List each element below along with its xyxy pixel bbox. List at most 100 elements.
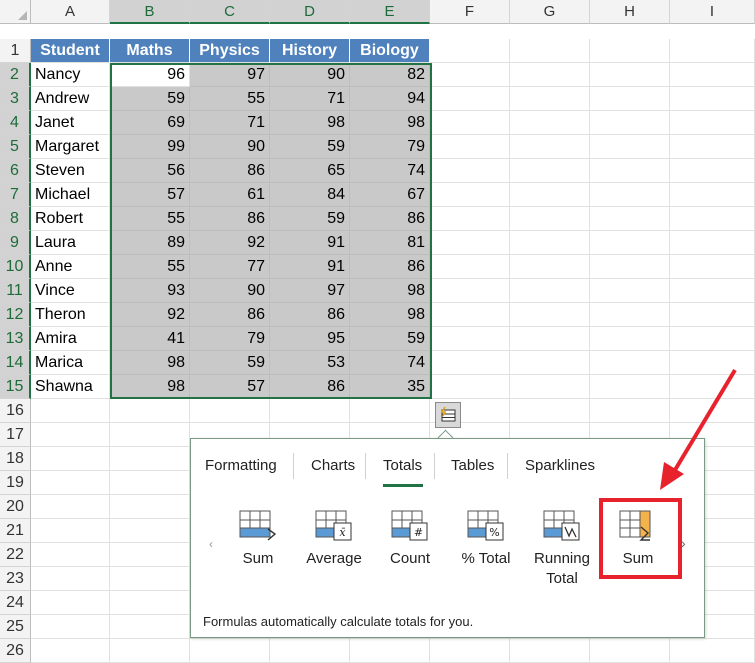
cell-g13[interactable] — [510, 327, 590, 351]
cell-h26[interactable] — [590, 639, 670, 663]
cell-b3[interactable]: 59 — [110, 87, 190, 111]
cell-e11[interactable]: 98 — [350, 279, 430, 303]
cell-c11[interactable]: 90 — [190, 279, 270, 303]
cell-g10[interactable] — [510, 255, 590, 279]
row-header-21[interactable]: 21 — [0, 519, 31, 543]
cell-a7[interactable]: Michael — [31, 183, 110, 207]
row-header-20[interactable]: 20 — [0, 495, 31, 519]
cell-a18[interactable] — [31, 447, 110, 471]
cell-d4[interactable]: 98 — [270, 111, 350, 135]
column-header-c[interactable]: C — [190, 0, 270, 24]
cell-b6[interactable]: 56 — [110, 159, 190, 183]
cell-e7[interactable]: 67 — [350, 183, 430, 207]
cell-f15[interactable] — [430, 375, 510, 399]
cell-g26[interactable] — [510, 639, 590, 663]
cell-a25[interactable] — [31, 615, 110, 639]
cell-b22[interactable] — [110, 543, 190, 567]
cell-e13[interactable]: 59 — [350, 327, 430, 351]
row-header-17[interactable]: 17 — [0, 423, 31, 447]
cell-c9[interactable]: 92 — [190, 231, 270, 255]
cell-d9[interactable]: 91 — [270, 231, 350, 255]
cell-i4[interactable] — [670, 111, 755, 135]
cell-g7[interactable] — [510, 183, 590, 207]
row-header-9[interactable]: 9 — [0, 231, 31, 255]
totals-average-button[interactable]: x̄ Average — [299, 509, 369, 569]
cell-a16[interactable] — [31, 399, 110, 423]
column-header-h[interactable]: H — [590, 0, 670, 24]
cell-h3[interactable] — [590, 87, 670, 111]
cell-i5[interactable] — [670, 135, 755, 159]
column-header-i[interactable]: I — [670, 0, 755, 24]
cell-a13[interactable]: Amira — [31, 327, 110, 351]
cell-i9[interactable] — [670, 231, 755, 255]
cell-i11[interactable] — [670, 279, 755, 303]
row-header-1[interactable]: 1 — [0, 39, 31, 63]
tab-formatting[interactable]: Formatting — [205, 457, 277, 474]
cell-d13[interactable]: 95 — [270, 327, 350, 351]
cell-f6[interactable] — [430, 159, 510, 183]
cell-g16[interactable] — [510, 399, 590, 423]
cell-d1[interactable]: History — [270, 39, 350, 63]
row-header-24[interactable]: 24 — [0, 591, 31, 615]
row-header-2[interactable]: 2 — [0, 63, 31, 87]
cell-f11[interactable] — [430, 279, 510, 303]
cell-f10[interactable] — [430, 255, 510, 279]
cell-b2[interactable]: 96 — [110, 63, 190, 87]
row-header-13[interactable]: 13 — [0, 327, 31, 351]
totals-percent-total-button[interactable]: % % Total — [451, 509, 521, 569]
cell-i16[interactable] — [670, 399, 755, 423]
cell-h15[interactable] — [590, 375, 670, 399]
tab-charts[interactable]: Charts — [311, 457, 355, 474]
cell-i3[interactable] — [670, 87, 755, 111]
cell-c13[interactable]: 79 — [190, 327, 270, 351]
cell-d12[interactable]: 86 — [270, 303, 350, 327]
cell-h2[interactable] — [590, 63, 670, 87]
cell-a21[interactable] — [31, 519, 110, 543]
cell-b23[interactable] — [110, 567, 190, 591]
cell-b9[interactable]: 89 — [110, 231, 190, 255]
cell-b17[interactable] — [110, 423, 190, 447]
cell-c16[interactable] — [190, 399, 270, 423]
cell-a2[interactable]: Nancy — [31, 63, 110, 87]
quick-analysis-button[interactable] — [435, 402, 461, 428]
cell-i15[interactable] — [670, 375, 755, 399]
column-header-d[interactable]: D — [270, 0, 350, 24]
cell-a12[interactable]: Theron — [31, 303, 110, 327]
cell-c26[interactable] — [190, 639, 270, 663]
cell-b7[interactable]: 57 — [110, 183, 190, 207]
cell-b5[interactable]: 99 — [110, 135, 190, 159]
cell-e9[interactable]: 81 — [350, 231, 430, 255]
cell-i1[interactable] — [670, 39, 755, 63]
tab-tables[interactable]: Tables — [451, 457, 494, 474]
cell-d10[interactable]: 91 — [270, 255, 350, 279]
cell-e3[interactable]: 94 — [350, 87, 430, 111]
cell-e10[interactable]: 86 — [350, 255, 430, 279]
cell-f7[interactable] — [430, 183, 510, 207]
cell-a1[interactable]: Student — [31, 39, 110, 63]
cell-b13[interactable]: 41 — [110, 327, 190, 351]
cell-g2[interactable] — [510, 63, 590, 87]
cell-g12[interactable] — [510, 303, 590, 327]
cell-a17[interactable] — [31, 423, 110, 447]
cell-b21[interactable] — [110, 519, 190, 543]
cell-a22[interactable] — [31, 543, 110, 567]
row-header-10[interactable]: 10 — [0, 255, 31, 279]
cell-h14[interactable] — [590, 351, 670, 375]
cell-c3[interactable]: 55 — [190, 87, 270, 111]
cell-b14[interactable]: 98 — [110, 351, 190, 375]
cell-d3[interactable]: 71 — [270, 87, 350, 111]
cell-i26[interactable] — [670, 639, 755, 663]
column-header-b[interactable]: B — [110, 0, 190, 24]
cell-g14[interactable] — [510, 351, 590, 375]
cell-e2[interactable]: 82 — [350, 63, 430, 87]
cell-g15[interactable] — [510, 375, 590, 399]
cell-d15[interactable]: 86 — [270, 375, 350, 399]
cell-f1[interactable] — [430, 39, 510, 63]
cell-b26[interactable] — [110, 639, 190, 663]
cell-i12[interactable] — [670, 303, 755, 327]
cell-f26[interactable] — [430, 639, 510, 663]
cell-e8[interactable]: 86 — [350, 207, 430, 231]
cell-a19[interactable] — [31, 471, 110, 495]
cell-g8[interactable] — [510, 207, 590, 231]
cell-c5[interactable]: 90 — [190, 135, 270, 159]
